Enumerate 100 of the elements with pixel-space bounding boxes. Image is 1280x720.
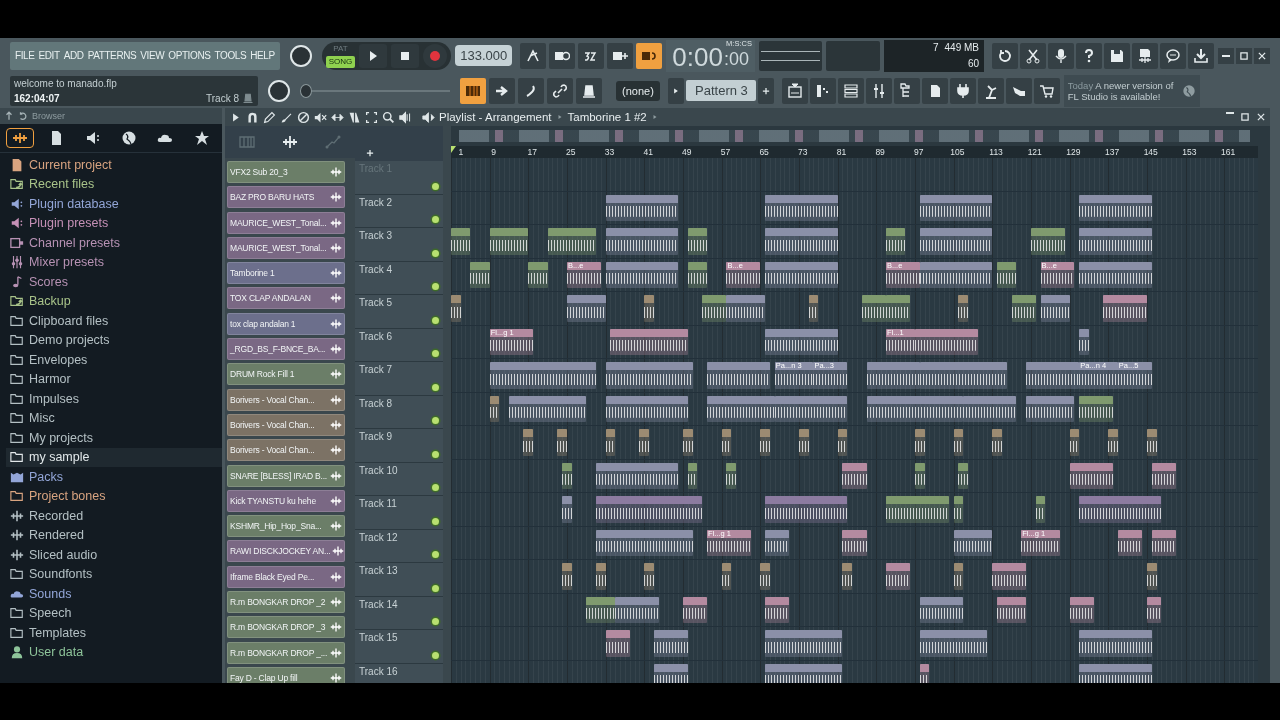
track-header[interactable]: Track 2	[355, 194, 443, 228]
browser-item[interactable]: Current project	[6, 155, 222, 175]
browser-item[interactable]: Channel presets	[6, 233, 222, 253]
clip-item[interactable]: Borivers - Vocal Chan...	[227, 388, 345, 411]
clip-item[interactable]: tox clap andalan 1	[227, 312, 345, 335]
menu-item[interactable]: FILE	[15, 50, 35, 61]
clip-item[interactable]: BAZ PRO BARU HATS	[227, 186, 345, 209]
clip-item[interactable]: R.m BONGKAR DROP _2	[227, 591, 345, 614]
browser-item-label: Impulses	[29, 391, 80, 406]
menu-item[interactable]: PATTERNS	[87, 50, 137, 61]
browser-item-label: Mixer presets	[29, 255, 105, 270]
browser-item[interactable]: Plugin presets	[6, 213, 222, 233]
browser-item[interactable]: Soundfonts	[6, 564, 222, 584]
clip-item[interactable]: Borivers - Vocal Chan...	[227, 413, 345, 436]
browser-item-label: Templates	[29, 625, 86, 640]
menu-item[interactable]: ADD	[63, 50, 84, 61]
clip-item[interactable]: Iframe Black Eyed Pe...	[227, 565, 345, 588]
browser-item-label: Recent files	[29, 177, 95, 192]
track-header[interactable]: Track 7	[355, 362, 443, 396]
clip-item[interactable]: Tamborine 1	[227, 262, 345, 285]
track-header[interactable]: Track 11	[355, 496, 443, 530]
track-name: Track 14	[359, 598, 398, 610]
browser-item[interactable]: Scores	[6, 272, 222, 292]
browser-item[interactable]: Templates	[6, 623, 222, 643]
clip-item[interactable]: Borivers - Vocal Chan...	[227, 439, 345, 462]
clip-item[interactable]: MAURICE_WEST_Tonal...	[227, 211, 345, 234]
menu-item[interactable]: VIEW	[140, 50, 165, 61]
browser-item[interactable]: Plugin database	[6, 194, 222, 214]
clip-item[interactable]: _RGD_BS_F-BNCE_BA...	[227, 338, 345, 361]
clip-item[interactable]: DRUM Rock Fill 1	[227, 363, 345, 386]
clip-item[interactable]: R.m BONGKAR DROP _3	[227, 616, 345, 639]
track-header[interactable]: Track 15	[355, 630, 443, 664]
browser-item[interactable]: Backup	[6, 291, 222, 311]
clip-source[interactable]: Tamborine 1 #2	[567, 111, 647, 123]
track-name: Track 11	[359, 498, 397, 509]
browser-item[interactable]: Recorded	[6, 506, 222, 526]
bar-number: 1	[458, 147, 464, 157]
track-header[interactable]: Track 8	[355, 395, 443, 429]
browser-item[interactable]: Misc	[6, 408, 222, 428]
track-header[interactable]: Track 4	[355, 261, 443, 295]
clip-item[interactable]: MAURICE_WEST_Tonal...	[227, 236, 345, 259]
browser-item[interactable]: Recent files	[6, 174, 222, 194]
browser-item-label: Scores	[29, 274, 68, 289]
browser-item[interactable]: Rendered	[6, 525, 222, 545]
browser-item[interactable]: Harmor	[6, 369, 222, 389]
track-header[interactable]: Track 5	[355, 295, 443, 329]
browser-item-label: Soundfonts	[29, 567, 93, 582]
bar-number: 89	[875, 147, 885, 157]
browser-item[interactable]: Impulses	[6, 389, 222, 409]
browser-item[interactable]: User data	[6, 642, 222, 662]
clip-item[interactable]: SNARE [BLESS] IRAD B...	[227, 464, 345, 487]
browser-item[interactable]: Sliced audio	[6, 545, 222, 565]
track-header[interactable]: Track 14	[355, 596, 443, 630]
memory-value: 449 MB	[944, 42, 979, 53]
track-header[interactable]: Track 9	[355, 429, 443, 463]
bar-number: 73	[798, 147, 808, 157]
browser-item-label: Speech	[29, 606, 72, 621]
track-header[interactable]: Track 6	[355, 328, 443, 362]
mode-toggle[interactable]: SONG	[325, 56, 356, 68]
pattern-dropdown[interactable]: (none)	[616, 80, 660, 101]
browser-item[interactable]: My projects	[6, 428, 222, 448]
browser-item[interactable]: Sounds	[6, 584, 222, 604]
browser-item[interactable]: Packs	[6, 467, 222, 487]
browser-item[interactable]: my sample	[6, 447, 222, 467]
hint-text: welcome to manado.flp	[14, 77, 118, 89]
bar-number: 65	[759, 147, 769, 157]
pattern-selector[interactable]: Pattern 3	[685, 80, 756, 101]
bar-number: 17	[527, 147, 537, 157]
track-header[interactable]: Track 3	[355, 228, 443, 262]
track-header[interactable]: Track 13	[355, 563, 443, 597]
track-header[interactable]: Track 12	[355, 529, 443, 563]
clip-item[interactable]: VFX2 Sub 20_3	[227, 161, 345, 183]
menu-item[interactable]: HELP	[250, 50, 275, 61]
clip-item[interactable]: Fay D - Clap Up fill	[227, 666, 345, 683]
browser-item[interactable]: Mixer presets	[6, 252, 222, 272]
clip-item[interactable]: Kick TYANSTU ku hehe	[227, 489, 345, 512]
browser-item-label: Envelopes	[29, 352, 88, 367]
browser-item-label: Rendered	[29, 528, 84, 543]
clip-item[interactable]: RAWI DISCKJOCKEY AN...	[227, 540, 345, 563]
menu-item[interactable]: OPTIONS	[168, 50, 211, 61]
browser-item[interactable]: Speech	[6, 603, 222, 623]
browser-item[interactable]: Demo projects	[6, 330, 222, 350]
bar-number: 49	[682, 147, 692, 157]
tempo-field[interactable]: 133.000	[455, 45, 513, 66]
clip-item[interactable]: KSHMR_Hip_Hop_Sna...	[227, 515, 345, 538]
clip-item[interactable]: TOX CLAP ANDALAN	[227, 287, 345, 310]
browser-item[interactable]: Project bones	[6, 486, 222, 506]
news-text[interactable]: Today A newer version of FL Studio is available!	[1067, 79, 1178, 102]
track-header[interactable]: Track 16	[355, 663, 443, 683]
track-header[interactable]: Track 10	[355, 462, 443, 496]
browser-item[interactable]: Clipboard files	[6, 311, 222, 331]
browser-item[interactable]: Envelopes	[6, 350, 222, 370]
menu-item[interactable]: EDIT	[38, 50, 60, 61]
bar-number: 97	[914, 147, 924, 157]
timeline-ruler[interactable]: 1 9 17 25 33 41 49 57 65 73 81 89 97 105 113 121 129 137 145 153 161	[451, 146, 1258, 158]
time-value: 0:00	[672, 41, 723, 72]
mode-toggle[interactable]: PAT	[325, 43, 356, 55]
clip-item[interactable]: R.m BONGKAR DROP _...	[227, 641, 345, 664]
track-name: Track 8	[359, 397, 392, 409]
menu-item[interactable]: TOOLS	[214, 50, 247, 61]
